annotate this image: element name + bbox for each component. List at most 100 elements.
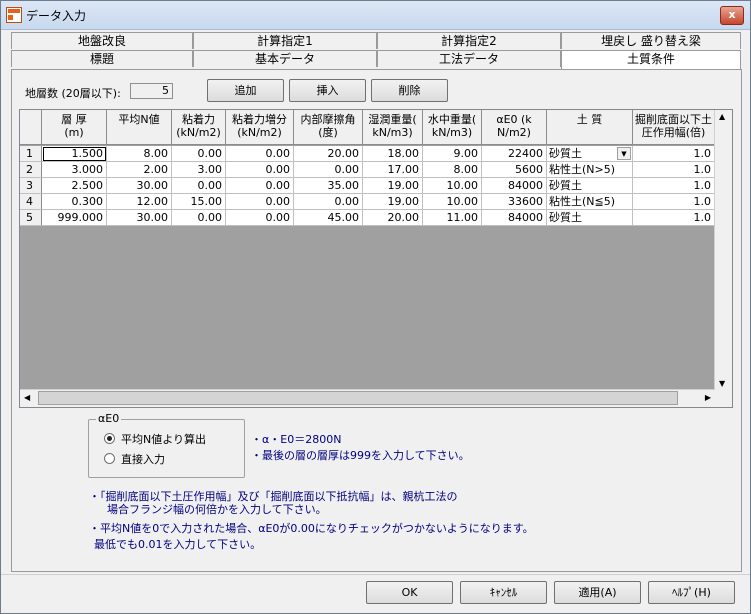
cell-friction-angle[interactable]: 45.00 [294,210,363,226]
table-row: 1 1.500 8.00 0.00 0.00 20.00 18.00 9.00 22400 砂質土… [20,146,715,162]
cell-submerged-weight[interactable]: 9.00 [423,146,482,162]
cell-soil-type[interactable]: 砂質土 [547,178,633,194]
cell-submerged-weight[interactable]: 10.00 [423,178,482,194]
col-header-excavation-width[interactable]: 掘削底面以下土 圧作用幅(倍) [633,110,715,145]
cell-excavation-width[interactable]: 1.0 [633,162,715,178]
scroll-down-icon[interactable]: ▼ [719,379,725,388]
vertical-scrollbar[interactable]: ▲ ▼ [714,110,732,390]
add-button[interactable]: 追加 [207,79,284,102]
table-row: 5 999.000 30.00 0.00 0.00 45.00 20.00 11.00 8400… [20,210,715,226]
cell-thickness[interactable]: 3.000 [42,162,107,178]
layer-count-field[interactable]: 5 [130,83,173,99]
cancel-button[interactable]: ｷｬﾝｾﾙ [460,581,547,604]
cell-cohesion[interactable]: 3.00 [172,162,226,178]
insert-button[interactable]: 挿入 [289,79,366,102]
horizontal-scroll-thumb[interactable] [38,391,678,405]
tab-calc-spec-1[interactable]: 計算指定1 [193,32,377,49]
scroll-up-icon[interactable]: ▲ [719,112,725,121]
cell-soil-type[interactable]: 粘性土(N≦5) [547,194,633,210]
col-header-cohesion[interactable]: 粘着力 (kN/m2) [172,110,226,145]
col-header-soil-type[interactable]: 土 質 [547,110,633,145]
col-header-wet-weight[interactable]: 湿潤重量(kN/m3) [363,110,423,145]
cell-submerged-weight[interactable]: 11.00 [423,210,482,226]
tab-title[interactable]: 標題 [11,50,193,67]
cell-excavation-width[interactable]: 1.0 [633,178,715,194]
radio-avg-n-label[interactable]: 平均N値より算出 [121,431,206,447]
radio-direct-input-label[interactable]: 直接入力 [121,451,165,467]
cell-alpha-e0[interactable]: 84000 [482,210,547,226]
cell-friction-angle[interactable]: 0.00 [294,194,363,210]
cell-submerged-weight[interactable]: 10.00 [423,194,482,210]
cell-alpha-e0[interactable]: 33600 [482,194,547,210]
col-header-friction-angle[interactable]: 内部摩擦角 (度) [294,110,363,145]
cell-avg-n[interactable]: 30.00 [107,210,172,226]
help-button[interactable]: ﾍﾙﾌﾟ(H) [648,581,735,604]
tab-ground-improvement[interactable]: 地盤改良 [11,32,193,49]
cell-cohesion-increment[interactable]: 0.00 [226,146,294,162]
cell-soil-type[interactable]: 粘性土(N>5) [547,162,633,178]
cell-submerged-weight[interactable]: 8.00 [423,162,482,178]
tab-basic-data[interactable]: 基本データ [193,50,377,67]
cell-wet-weight[interactable]: 18.00 [363,146,423,162]
cell-excavation-width[interactable]: 1.0 [633,210,715,226]
dropdown-arrow-icon[interactable]: ▼ [617,147,631,160]
col-header-thickness[interactable]: 層 厚 (m) [42,110,107,145]
cell-alpha-e0[interactable]: 5600 [482,162,547,178]
col-header-submerged-weight[interactable]: 水中重量(kN/m3) [423,110,482,145]
tab-calc-spec-2[interactable]: 計算指定2 [377,32,561,49]
cell-avg-n[interactable]: 30.00 [107,178,172,194]
cell-alpha-e0[interactable]: 84000 [482,178,547,194]
cell-cohesion[interactable]: 15.00 [172,194,226,210]
cell-thickness[interactable]: 1.500 [42,146,107,162]
cell-friction-angle[interactable]: 0.00 [294,162,363,178]
cell-friction-angle[interactable]: 20.00 [294,146,363,162]
cell-soil-type[interactable]: 砂質土 [547,210,633,226]
row-number[interactable]: 4 [20,194,42,210]
cell-cohesion[interactable]: 0.00 [172,178,226,194]
cell-cohesion[interactable]: 0.00 [172,210,226,226]
cell-value: 19.00 [387,179,420,192]
ok-button[interactable]: OK [366,581,453,604]
col-header-avg-n[interactable]: 平均N値 [107,110,172,145]
cell-thickness[interactable]: 999.000 [42,210,107,226]
cell-avg-n[interactable]: 12.00 [107,194,172,210]
col-header-cohesion-increment[interactable]: 粘着力増分 (kN/m2) [226,110,294,145]
cell-cohesion-increment[interactable]: 0.00 [226,178,294,194]
cell-excavation-width[interactable]: 1.0 [633,194,715,210]
cell-cohesion-increment[interactable]: 0.00 [226,210,294,226]
cell-wet-weight[interactable]: 20.00 [363,210,423,226]
cell-wet-weight[interactable]: 19.00 [363,178,423,194]
cell-wet-weight[interactable]: 19.00 [363,194,423,210]
radio-avg-n[interactable] [104,433,115,444]
apply-button[interactable]: 適用(A) [554,581,641,604]
tab-soil-conditions[interactable]: 土質条件 [561,50,741,70]
soil-grid[interactable]: 層 厚 (m) 平均N値 粘着力 (kN/m2) 粘着力増分 (kN/m2) 内部摩擦… [19,109,733,408]
cell-friction-angle[interactable]: 35.00 [294,178,363,194]
close-button[interactable]: x [720,6,744,25]
radio-direct-input[interactable] [104,453,115,464]
tab-method-data[interactable]: 工法データ [377,50,561,67]
cell-excavation-width[interactable]: 1.0 [633,146,715,162]
scroll-right-icon[interactable]: ▶ [705,393,711,402]
tab-backfill[interactable]: 埋戻し 盛り替え梁 [561,32,741,49]
cell-soil-type[interactable]: 砂質土 ▼ [547,146,633,162]
row-number[interactable]: 2 [20,162,42,178]
cell-avg-n[interactable]: 2.00 [107,162,172,178]
cell-value: 1.500 [71,147,104,160]
delete-button[interactable]: 削除 [371,79,448,102]
cell-cohesion[interactable]: 0.00 [172,146,226,162]
cell-thickness[interactable]: 2.500 [42,178,107,194]
cell-wet-weight[interactable]: 17.00 [363,162,423,178]
cell-cohesion-increment[interactable]: 0.00 [226,194,294,210]
scroll-left-icon[interactable]: ◀ [24,393,30,402]
row-number[interactable]: 3 [20,178,42,194]
cell-alpha-e0[interactable]: 22400 [482,146,547,162]
cell-value: 19.00 [387,195,420,208]
cell-thickness[interactable]: 0.300 [42,194,107,210]
col-header-alpha-e0[interactable]: αE0 (k N/m2) [482,110,547,145]
row-number[interactable]: 1 [20,146,42,162]
horizontal-scrollbar[interactable]: ◀ ▶ [20,389,715,407]
row-number[interactable]: 5 [20,210,42,226]
cell-avg-n[interactable]: 8.00 [107,146,172,162]
cell-cohesion-increment[interactable]: 0.00 [226,162,294,178]
